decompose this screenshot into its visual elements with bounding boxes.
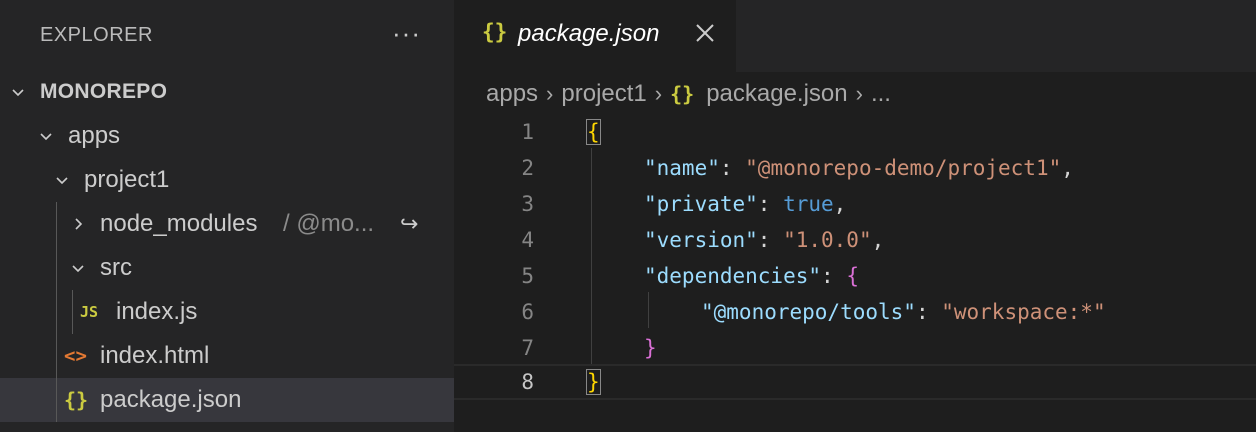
code-text: { [586, 114, 601, 150]
code-editor[interactable]: 1 { 2 "name": "@monorepo-demo/project1",… [454, 112, 1256, 432]
bracket: { [586, 119, 601, 145]
breadcrumb: apps › project1 › {} package.json › ... [486, 76, 891, 112]
chevron-down-icon [50, 158, 74, 202]
colon: : [821, 264, 847, 288]
json-key: "private" [644, 192, 758, 216]
json-key: "dependencies" [644, 264, 822, 288]
line-number: 3 [521, 192, 534, 216]
tree-item-label: src [100, 254, 132, 281]
tree-item-src[interactable]: src [0, 246, 454, 290]
breadcrumb-item-package-json[interactable]: package.json [706, 80, 847, 108]
json-file-icon: {} [482, 20, 508, 44]
chevron-right-icon: › [546, 81, 554, 106]
comma: , [1061, 156, 1074, 180]
explorer-sidebar: EXPLORER ··· MONOREPO apps project1 node… [0, 0, 454, 432]
colon: : [757, 192, 784, 216]
editor-area: {} package.json apps › project1 › {} pac… [454, 0, 1256, 432]
current-code-line: 8 } [454, 364, 1256, 400]
tab-package-json[interactable]: {} package.json [454, 0, 736, 72]
html-file-icon: <> [64, 345, 87, 367]
explorer-title: EXPLORER [40, 24, 153, 46]
explorer-header: EXPLORER ··· [0, 0, 454, 72]
tree-item-label: project1 [84, 166, 170, 193]
json-string: "@monorepo-demo/project1" [745, 156, 1062, 180]
code-text: } [644, 330, 657, 366]
chevron-right-icon: › [855, 81, 863, 106]
breadcrumb-item-project1[interactable]: project1 [561, 80, 646, 108]
bracket: { [846, 264, 859, 288]
colon: : [757, 228, 784, 252]
colon: : [915, 300, 942, 324]
ellipsis-icon[interactable]: ··· [392, 18, 421, 49]
close-icon[interactable] [692, 20, 718, 46]
json-key: "name" [644, 156, 720, 180]
colon: : [719, 156, 746, 180]
code-text: "dependencies": { [644, 258, 859, 294]
code-text: "name": "@monorepo-demo/project1", [644, 150, 1074, 186]
indent-guide [72, 290, 73, 334]
tree-item-label: node_modules [100, 210, 258, 237]
tab-label: package.json [518, 20, 660, 47]
json-key: "@monorepo/tools" [701, 300, 916, 324]
tree-item-apps[interactable]: apps [0, 114, 454, 158]
json-file-icon: {} [64, 388, 89, 412]
symlink-arrow-icon: ↪ [400, 211, 419, 236]
json-string: "1.0.0" [783, 228, 872, 252]
bracket: } [644, 336, 657, 360]
code-line: 7 } [454, 330, 1256, 366]
tree-item-label: index.js [116, 298, 198, 325]
tree-item-label: apps [68, 122, 121, 149]
line-number: 8 [521, 370, 534, 394]
code-line: 2 "name": "@monorepo-demo/project1", [454, 150, 1256, 186]
tree-item-label: MONOREPO [40, 80, 168, 103]
tree-item-monorepo[interactable]: MONOREPO [0, 70, 454, 114]
tree-item-index-js[interactable]: JS index.js [0, 290, 454, 334]
tab-bar: {} package.json [454, 0, 1256, 72]
line-number: 6 [521, 300, 534, 324]
line-number: 1 [521, 120, 534, 144]
code-text: "version": "1.0.0", [644, 222, 884, 258]
tree-item-label: index.html [100, 342, 210, 369]
code-text: } [586, 366, 601, 398]
line-number: 2 [521, 156, 534, 180]
chevron-right-icon: › [654, 81, 663, 106]
json-key: "version" [644, 228, 758, 252]
code-line: 5 "dependencies": { [454, 258, 1256, 294]
chevron-down-icon [6, 70, 30, 114]
breadcrumb-item-apps[interactable]: apps [486, 80, 538, 108]
code-text: "@monorepo/tools": "workspace:*" [701, 294, 1106, 330]
tree-item-label: package.json [100, 386, 242, 413]
bracket: } [586, 369, 601, 395]
code-text: "private": true, [644, 186, 846, 222]
json-boolean: true [783, 192, 834, 216]
code-line: 6 "@monorepo/tools": "workspace:*" [454, 294, 1256, 330]
line-number: 4 [521, 228, 534, 252]
indent-guide [56, 202, 57, 422]
breadcrumb-item-symbols[interactable]: ... [871, 80, 891, 108]
chevron-right-icon [66, 202, 90, 246]
line-number: 5 [521, 264, 534, 288]
json-string: "workspace:*" [941, 300, 1106, 324]
code-line: 3 "private": true, [454, 186, 1256, 222]
json-file-icon: {} [670, 82, 695, 106]
comma: , [833, 192, 847, 216]
chevron-down-icon [34, 114, 58, 158]
tree-item-package-json[interactable]: {} package.json [0, 378, 454, 422]
symlink-target-label: / @mo... [283, 210, 375, 237]
tree-item-project1[interactable]: project1 [0, 158, 454, 202]
tree-item-index-html[interactable]: <> index.html [0, 334, 454, 378]
line-number: 7 [521, 336, 534, 360]
javascript-file-icon: JS [80, 303, 99, 321]
code-line: 1 { [454, 114, 1256, 150]
code-line: 4 "version": "1.0.0", [454, 222, 1256, 258]
tree-item-node-modules[interactable]: node_modules / @mo... ↪ [0, 202, 454, 246]
comma: , [871, 228, 885, 252]
chevron-down-icon [66, 246, 90, 290]
